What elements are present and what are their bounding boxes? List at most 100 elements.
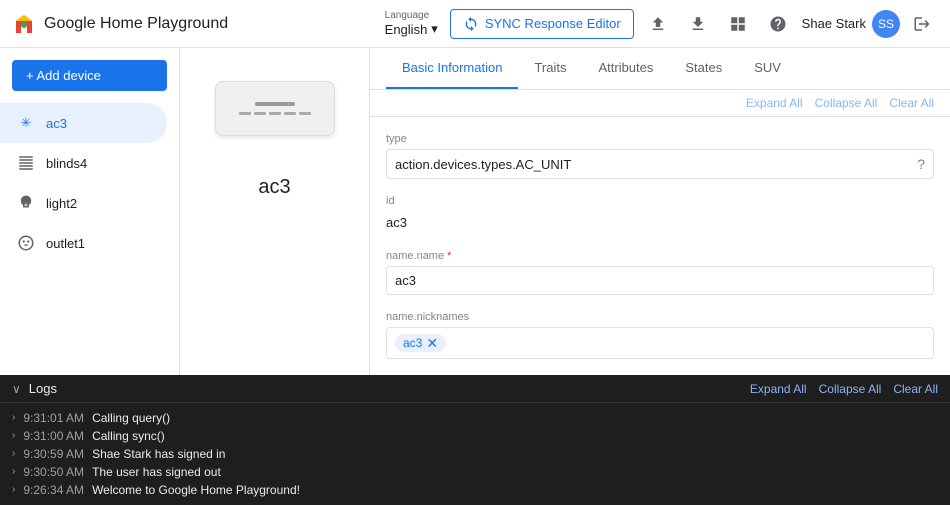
- ac-stripe: [255, 102, 295, 106]
- log-expand-icon[interactable]: ›: [12, 448, 15, 459]
- nicknames-label: name.nicknames: [386, 311, 934, 323]
- logout-icon: [913, 15, 931, 33]
- sidebar-item-label: light2: [46, 196, 77, 211]
- logs-header: ∨ Logs Expand All Collapse All Clear All: [0, 375, 950, 403]
- light-icon: [16, 193, 36, 213]
- sidebar-item-blinds4[interactable]: blinds4: [0, 143, 167, 183]
- nickname-remove-button[interactable]: ✕: [426, 336, 438, 350]
- log-expand-icon[interactable]: ›: [12, 484, 15, 495]
- log-expand-icon[interactable]: ›: [12, 466, 15, 477]
- sidebar-item-label: ac3: [46, 116, 67, 131]
- topbar: Google Home Playground Language English …: [0, 0, 950, 48]
- name-label: name.name *: [386, 250, 934, 262]
- sync-icon: [463, 16, 479, 32]
- logs-expand-all-button[interactable]: Expand All: [750, 382, 807, 396]
- sidebar-item-ac3[interactable]: ✳ ac3: [0, 103, 167, 143]
- nickname-tag: ac3 ✕: [395, 334, 446, 352]
- logs-toggle-button[interactable]: ∨: [12, 382, 21, 396]
- required-indicator: *: [447, 250, 451, 262]
- help-icon: [769, 15, 787, 33]
- name-field-group: name.name *: [386, 250, 934, 295]
- clear-all-button[interactable]: Clear All: [889, 96, 934, 110]
- nickname-value: ac3: [403, 336, 422, 350]
- info-actions-bar: Expand All Collapse All Clear All: [370, 90, 950, 117]
- log-message: Shae Stark has signed in: [92, 447, 225, 461]
- nicknames-container: ac3 ✕: [386, 327, 934, 359]
- log-timestamp: 9:31:00 AM: [23, 429, 84, 443]
- device-list-sidebar: + Add device ✳ ac3 blinds4 light2 outlet…: [0, 48, 180, 375]
- sync-response-editor-button[interactable]: SYNC Response Editor: [450, 9, 634, 39]
- log-timestamp: 9:30:59 AM: [23, 447, 84, 461]
- tab-states[interactable]: States: [669, 48, 738, 89]
- expand-all-button[interactable]: Expand All: [746, 96, 803, 110]
- log-expand-icon[interactable]: ›: [12, 430, 15, 441]
- upload-icon: [649, 15, 667, 33]
- log-entry: › 9:31:01 AM Calling query(): [0, 409, 950, 427]
- basic-info-form: type action.devices.types.AC_UNIT ? id a…: [370, 117, 950, 375]
- logout-icon-button[interactable]: [906, 8, 938, 40]
- log-message: Welcome to Google Home Playground!: [92, 483, 300, 497]
- chevron-down-icon: ▾: [431, 21, 438, 37]
- nicknames-field-group: name.nicknames ac3 ✕: [386, 311, 934, 359]
- id-value: ac3: [386, 211, 934, 234]
- help-icon-button[interactable]: [762, 8, 794, 40]
- ac-vents: [239, 112, 311, 115]
- tab-suv[interactable]: SUV: [738, 48, 797, 89]
- ac-unit-visual: [215, 81, 335, 136]
- download-icon-button[interactable]: [682, 8, 714, 40]
- type-label: type: [386, 133, 934, 145]
- logs-section: ∨ Logs Expand All Collapse All Clear All…: [0, 375, 950, 505]
- language-dropdown[interactable]: English ▾: [385, 21, 438, 37]
- grid-icon-button[interactable]: [722, 8, 754, 40]
- log-timestamp: 9:30:50 AM: [23, 465, 84, 479]
- tab-traits[interactable]: Traits: [518, 48, 582, 89]
- user-menu[interactable]: Shae Stark SS: [802, 8, 938, 40]
- device-image-panel: ac3: [180, 48, 370, 375]
- language-label: Language: [385, 10, 430, 21]
- app-title: Google Home Playground: [44, 15, 228, 33]
- logs-actions: Expand All Collapse All Clear All: [750, 382, 938, 396]
- language-value: English: [385, 22, 428, 37]
- language-selector[interactable]: Language English ▾: [385, 10, 438, 37]
- logs-collapse-all-button[interactable]: Collapse All: [819, 382, 882, 396]
- add-device-label: + Add device: [26, 68, 101, 83]
- app-logo: Google Home Playground: [12, 12, 228, 36]
- google-home-icon: [12, 12, 36, 36]
- tab-attributes[interactable]: Attributes: [582, 48, 669, 89]
- logs-title: Logs: [29, 381, 57, 396]
- log-entry: › 9:30:50 AM The user has signed out: [0, 463, 950, 481]
- log-message: Calling query(): [92, 411, 170, 425]
- device-info-panel: Basic Information Traits Attributes Stat…: [370, 48, 950, 375]
- grid-icon: [729, 15, 747, 33]
- info-tabs: Basic Information Traits Attributes Stat…: [370, 48, 950, 90]
- id-label: id: [386, 195, 934, 207]
- download-icon: [689, 15, 707, 33]
- type-value: action.devices.types.AC_UNIT ?: [386, 149, 934, 179]
- log-entry: › 9:30:59 AM Shae Stark has signed in: [0, 445, 950, 463]
- logs-clear-all-button[interactable]: Clear All: [893, 382, 938, 396]
- log-expand-icon[interactable]: ›: [12, 412, 15, 423]
- upload-icon-button[interactable]: [642, 8, 674, 40]
- tab-basic-information[interactable]: Basic Information: [386, 48, 518, 89]
- blinds-icon: [16, 153, 36, 173]
- type-help-icon[interactable]: ?: [917, 156, 925, 172]
- sidebar-item-label: blinds4: [46, 156, 87, 171]
- device-image: [210, 68, 340, 148]
- id-field-group: id ac3: [386, 195, 934, 234]
- log-message: Calling sync(): [92, 429, 165, 443]
- logs-body: › 9:31:01 AM Calling query() › 9:31:00 A…: [0, 403, 950, 505]
- snowflake-icon: ✳: [16, 113, 36, 133]
- log-timestamp: 9:26:34 AM: [23, 483, 84, 497]
- name-input[interactable]: [386, 266, 934, 295]
- avatar: SS: [872, 10, 900, 38]
- add-device-button[interactable]: + Add device: [12, 60, 167, 91]
- main-content: + Add device ✳ ac3 blinds4 light2 outlet…: [0, 48, 950, 375]
- sidebar-item-outlet1[interactable]: outlet1: [0, 223, 167, 263]
- sync-btn-label: SYNC Response Editor: [485, 16, 621, 31]
- center-device-name: ac3: [258, 176, 290, 199]
- type-field-group: type action.devices.types.AC_UNIT ?: [386, 133, 934, 179]
- chevron-down-icon: ∨: [12, 382, 21, 396]
- log-timestamp: 9:31:01 AM: [23, 411, 84, 425]
- sidebar-item-light2[interactable]: light2: [0, 183, 167, 223]
- collapse-all-button[interactable]: Collapse All: [815, 96, 878, 110]
